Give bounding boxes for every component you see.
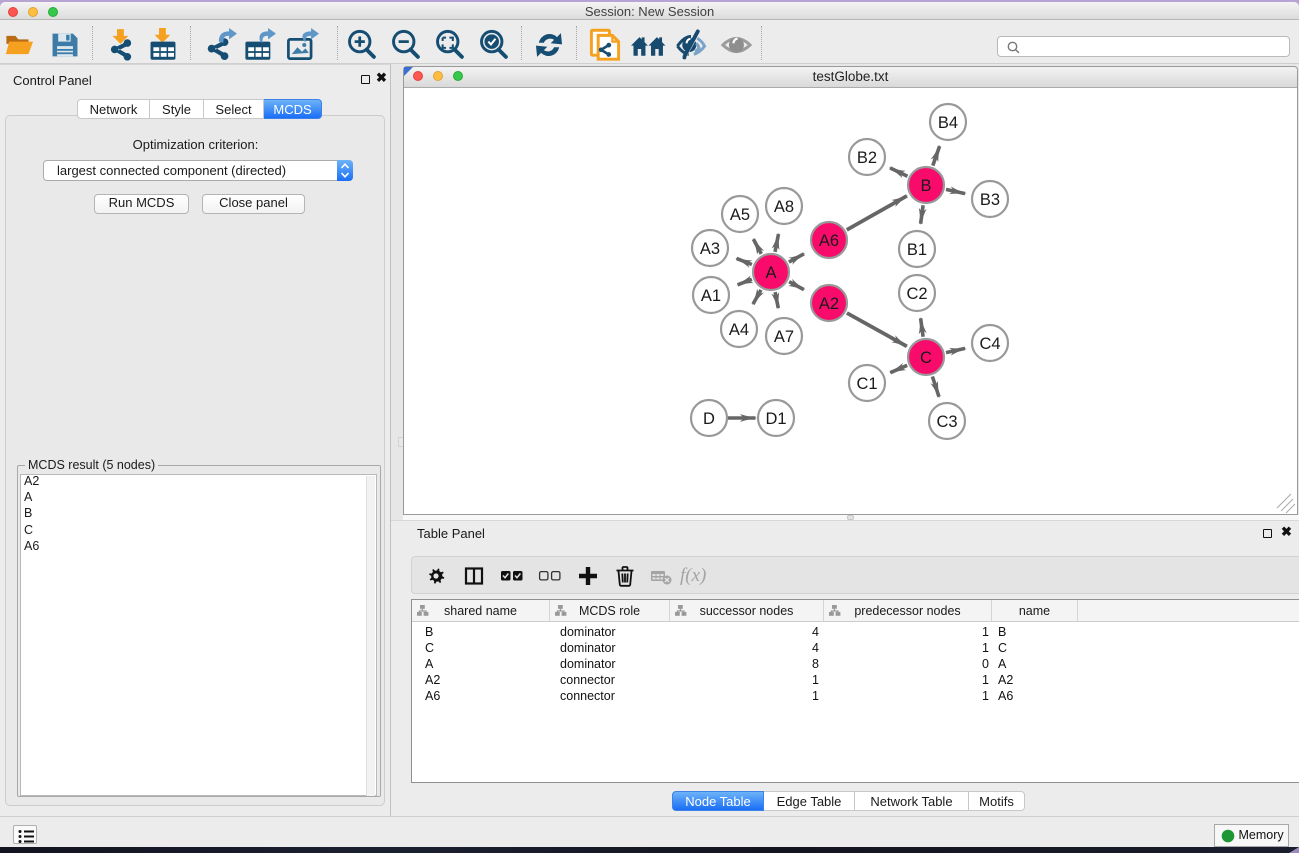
svg-text:C2: C2 <box>906 285 927 303</box>
svg-text:A2: A2 <box>819 295 839 313</box>
svg-text:B1: B1 <box>907 241 927 259</box>
svg-text:A7: A7 <box>774 328 794 346</box>
svg-text:D1: D1 <box>765 410 786 428</box>
svg-text:B4: B4 <box>938 114 958 132</box>
svg-text:C3: C3 <box>936 413 957 431</box>
svg-text:A1: A1 <box>701 287 721 305</box>
svg-text:D: D <box>703 410 715 428</box>
svg-text:C4: C4 <box>979 335 1000 353</box>
svg-text:B2: B2 <box>857 149 877 167</box>
svg-text:f(x): f(x) <box>680 565 706 586</box>
svg-text:A6: A6 <box>819 232 839 250</box>
svg-text:C: C <box>920 349 932 367</box>
svg-text:B: B <box>920 177 931 195</box>
svg-text:A4: A4 <box>729 321 749 339</box>
svg-text:A3: A3 <box>700 240 720 258</box>
svg-text:A5: A5 <box>730 206 750 224</box>
svg-text:C1: C1 <box>856 375 877 393</box>
svg-text:A8: A8 <box>774 198 794 216</box>
svg-text:B3: B3 <box>980 191 1000 209</box>
svg-text:A: A <box>765 264 776 282</box>
